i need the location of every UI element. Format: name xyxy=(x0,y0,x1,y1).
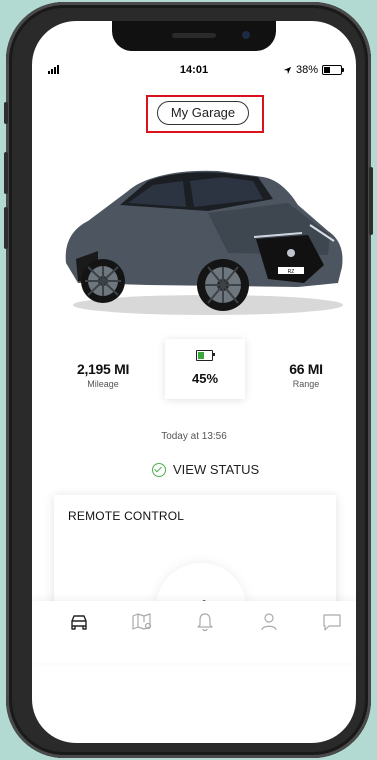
notch xyxy=(112,21,276,51)
mileage-label: Mileage xyxy=(87,379,119,389)
vehicle-stats: 2,195 MI Mileage 45% 66 MI Range xyxy=(32,339,356,419)
battery-percent: 38% xyxy=(295,64,318,76)
range-value: 66 MI xyxy=(289,361,323,377)
mileage-stat: 2,195 MI Mileage xyxy=(68,361,138,389)
speaker xyxy=(172,33,216,38)
check-circle-icon xyxy=(152,462,166,477)
battery-percent-value: 45% xyxy=(191,371,219,386)
remote-control-title: REMOTE CONTROL xyxy=(68,509,185,523)
license-plate: RZ xyxy=(288,269,295,275)
bottom-nav xyxy=(32,601,356,663)
status-right: 38% xyxy=(283,64,344,76)
battery-card[interactable]: 45% xyxy=(165,339,245,399)
side-button xyxy=(4,102,8,124)
range-stat: 66 MI Range xyxy=(276,361,336,389)
volume-up-button xyxy=(4,152,8,194)
chat-icon[interactable] xyxy=(321,611,343,633)
front-camera xyxy=(242,31,250,39)
car-icon[interactable] xyxy=(68,611,90,633)
my-garage-button[interactable]: My Garage xyxy=(157,101,249,125)
phone-frame: 14:01 38% My Garage RZ 2,195 MI Mileage … xyxy=(4,2,373,758)
vehicle-image: RZ xyxy=(65,170,343,315)
battery-icon xyxy=(322,65,344,75)
profile-icon[interactable] xyxy=(259,611,279,633)
status-bar: 14:01 38% xyxy=(32,63,356,79)
app-screen: 14:01 38% My Garage RZ 2,195 MI Mileage … xyxy=(32,21,356,743)
view-status-button[interactable]: VIEW STATUS xyxy=(152,462,259,477)
battery-level-icon xyxy=(196,350,215,361)
volume-down-button xyxy=(4,207,8,249)
view-status-label: VIEW STATUS xyxy=(173,462,260,477)
bell-icon[interactable] xyxy=(196,611,214,633)
power-button xyxy=(369,167,373,235)
mileage-value: 2,195 MI xyxy=(76,361,130,377)
map-icon[interactable] xyxy=(130,611,154,633)
last-updated: Today at 13:56 xyxy=(161,431,227,442)
location-arrow-icon xyxy=(283,66,292,74)
range-label: Range xyxy=(292,379,320,389)
